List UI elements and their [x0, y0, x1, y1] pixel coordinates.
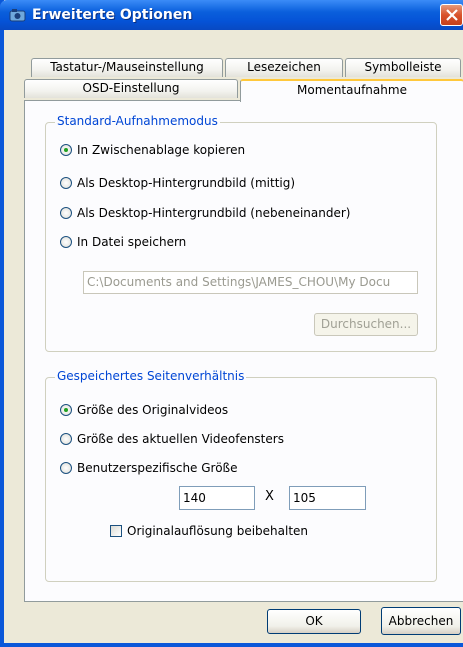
app-icon: [9, 9, 26, 22]
radio-button[interactable]: [60, 462, 72, 474]
radio-label: Benutzerspezifische Größe: [77, 461, 238, 475]
tab-panel-momentaufnahme: Standard-Aufnahmemodus In Zwischenablage…: [24, 100, 463, 602]
radio-button[interactable]: [60, 207, 72, 219]
tab-osd-einstellung[interactable]: OSD-Einstellung: [24, 79, 238, 98]
radio-label: Als Desktop-Hintergrundbild (mittig): [77, 176, 296, 190]
width-input[interactable]: 140: [179, 486, 255, 510]
radio-button[interactable]: [60, 144, 72, 156]
close-icon: [446, 9, 458, 21]
radio-window-size[interactable]: Größe des aktuellen Videofensters: [60, 432, 284, 446]
radio-label: Größe des aktuellen Videofensters: [77, 432, 284, 446]
radio-button[interactable]: [60, 177, 72, 189]
radio-label: In Zwischenablage kopieren: [77, 143, 246, 157]
ok-button[interactable]: OK: [267, 609, 361, 634]
radio-custom-size[interactable]: Benutzerspezifische Größe: [60, 461, 238, 475]
radio-label: In Datei speichern: [77, 235, 187, 249]
keep-resolution-label: Originalauflösung beibehalten: [127, 524, 309, 538]
radio-button[interactable]: [60, 404, 72, 416]
radio-save-file[interactable]: In Datei speichern: [60, 235, 186, 249]
browse-button[interactable]: Durchsuchen...: [314, 313, 418, 336]
radio-wallpaper-centered[interactable]: Als Desktop-Hintergrundbild (mittig): [60, 176, 295, 190]
height-input[interactable]: 105: [289, 486, 366, 510]
radio-clipboard[interactable]: In Zwischenablage kopieren: [60, 143, 245, 157]
keep-resolution-option[interactable]: Originalauflösung beibehalten: [110, 524, 308, 538]
radio-label: Als Desktop-Hintergrundbild (nebeneinand…: [77, 206, 351, 220]
save-path-field[interactable]: C:\Documents and Settings\JAMES_CHOU\My …: [83, 271, 418, 294]
aspect-ratio-legend: Gespeichertes Seitenverhältnis: [55, 369, 247, 383]
aspect-ratio-group: Gespeichertes Seitenverhältnis Größe des…: [45, 369, 437, 582]
tab-tastatur-maus[interactable]: Tastatur-/Mauseinstellung: [31, 58, 223, 77]
size-separator: X: [265, 489, 274, 504]
radio-button[interactable]: [60, 433, 72, 445]
cancel-button[interactable]: Abbrechen: [381, 607, 461, 635]
tab-lesezeichen[interactable]: Lesezeichen: [225, 58, 343, 77]
capture-mode-legend: Standard-Aufnahmemodus: [55, 114, 220, 128]
capture-mode-group: Standard-Aufnahmemodus In Zwischenablage…: [45, 114, 437, 352]
radio-wallpaper-tiled[interactable]: Als Desktop-Hintergrundbild (nebeneinand…: [60, 206, 350, 220]
keep-resolution-checkbox[interactable]: [110, 525, 122, 537]
title-bar[interactable]: Erweiterte Optionen: [0, 0, 463, 30]
close-button[interactable]: [440, 4, 463, 26]
window-title: Erweiterte Optionen: [32, 7, 193, 23]
dialog-window: Erweiterte Optionen Tastatur-/Mauseinste…: [0, 0, 463, 647]
radio-label: Größe des Originalvideos: [77, 403, 229, 417]
radio-button[interactable]: [60, 236, 72, 248]
radio-original-size[interactable]: Größe des Originalvideos: [60, 403, 228, 417]
tab-momentaufnahme[interactable]: Momentaufnahme: [240, 79, 463, 102]
tab-symbolleiste[interactable]: Symbolleiste: [345, 58, 461, 77]
